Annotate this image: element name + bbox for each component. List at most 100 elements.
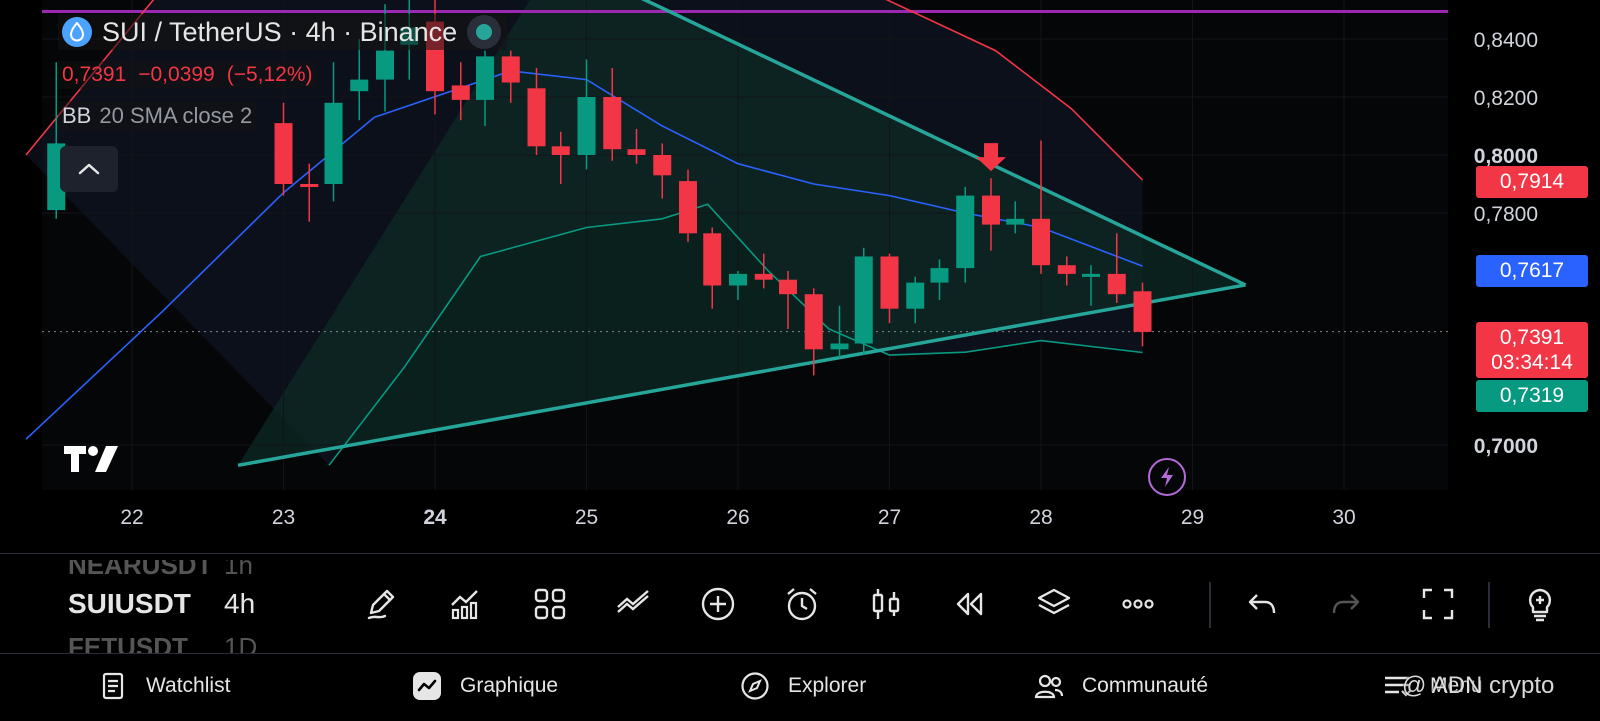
candle-down	[754, 273, 773, 280]
bb-upper-price-label: 0,7914	[1476, 166, 1588, 198]
indicator-params: 20 SMA close 2	[99, 103, 253, 128]
last-price-value: 0,7391	[1499, 326, 1565, 349]
candle-down	[703, 233, 722, 286]
candle-down	[1133, 291, 1152, 332]
time-tick-label: 30	[1332, 506, 1355, 529]
candle-down	[603, 97, 622, 150]
candle-up	[729, 273, 747, 286]
lightning-icon[interactable]	[1148, 458, 1186, 496]
candle-down	[653, 155, 672, 176]
legend-change: −0,0399	[138, 63, 215, 86]
nav-community[interactable]: Communauté	[1034, 668, 1208, 704]
redo-icon[interactable]	[1326, 584, 1366, 624]
candle-up	[475, 56, 494, 100]
candle-down	[627, 149, 646, 155]
candle-up	[350, 79, 369, 92]
candle-up	[930, 268, 949, 283]
candle-down	[451, 85, 470, 100]
price-tick-label: 0,7000	[1474, 435, 1538, 458]
add-icon[interactable]	[698, 584, 738, 624]
toolbar-divider	[1209, 582, 1211, 628]
price-tick-label: 0,8000	[1474, 145, 1538, 168]
candle-down	[1057, 265, 1076, 274]
time-tick-label: 26	[726, 506, 749, 529]
nav-label: Explorer	[788, 674, 867, 697]
symbol-title: SUI / TetherUS · 4h · Binance	[102, 16, 458, 47]
candle-down	[804, 294, 823, 350]
candle-down	[778, 279, 797, 295]
candle-down	[527, 88, 546, 147]
time-tick-label: 22	[120, 506, 143, 529]
nav-watchlist[interactable]: Watchlist	[98, 668, 230, 704]
candle-down	[1032, 218, 1050, 266]
ideas-bulb-icon[interactable]	[1520, 584, 1560, 624]
candle-down	[274, 123, 293, 184]
nav-explorer[interactable]: Explorer	[740, 668, 866, 704]
more-icon[interactable]	[1118, 584, 1158, 624]
candle-up	[1081, 273, 1100, 277]
drawing-pen-icon[interactable]	[362, 584, 402, 624]
candle-type-icon[interactable]	[866, 584, 906, 624]
compass-icon	[741, 672, 769, 700]
nav-chart[interactable]: Graphique	[412, 668, 558, 704]
time-tick-label: 24	[423, 506, 447, 529]
price-tick-label: 0,8400	[1474, 29, 1538, 52]
last-price-label: 0,7391 03:34:14	[1476, 322, 1588, 378]
market-status-icon[interactable]	[467, 15, 502, 49]
candle-up	[324, 102, 343, 184]
chart-icon	[413, 672, 441, 700]
bb-basis-price-label: 0,7617	[1476, 255, 1588, 287]
layers-icon[interactable]	[1034, 584, 1074, 624]
price-tick-label: 0,8200	[1474, 87, 1538, 110]
candle-down	[551, 146, 570, 155]
nav-label: Watchlist	[146, 674, 231, 697]
chart-area[interactable]: 0,8400 0,8200 0,8000 0,7800 0,7000 22 23 24 25 26…	[0, 0, 1600, 553]
candle-up	[577, 97, 596, 155]
legend-last-price: 0,7391	[62, 63, 127, 86]
time-tick-label: 29	[1181, 506, 1204, 529]
candle-down	[1107, 273, 1126, 295]
nav-label: Communauté	[1082, 674, 1209, 697]
candle-down	[679, 181, 698, 234]
fullscreen-icon[interactable]	[1418, 584, 1458, 624]
candle-up	[376, 50, 395, 80]
candle-up	[854, 256, 873, 344]
candle-down	[501, 56, 520, 83]
watermark: @ ADN crypto	[1402, 672, 1555, 699]
replay-icon[interactable]	[950, 584, 990, 624]
indicators-icon[interactable]	[446, 584, 486, 624]
time-tick-label: 27	[878, 506, 901, 529]
watchlist-icon	[102, 672, 124, 700]
trend-line-icon[interactable]	[614, 584, 654, 624]
symbol-toolbar: NEARUSDT SUIUSDT FETUSDT 1h 4h 1D	[0, 553, 1600, 654]
sui-logo-icon	[62, 17, 92, 47]
price-tick-label: 0,7800	[1474, 203, 1538, 226]
indicator-legend[interactable]: BB 20 SMA close 2	[58, 101, 257, 131]
timeframe-current[interactable]: 4h	[224, 588, 255, 620]
candle-down	[982, 195, 1001, 225]
templates-grid-icon[interactable]	[530, 584, 570, 624]
candle-down	[300, 184, 319, 187]
candle-up	[830, 343, 849, 350]
bb-lower-price-label: 0,7319	[1476, 380, 1588, 412]
community-icon	[1034, 674, 1064, 699]
candle-up	[1006, 218, 1025, 225]
candle-up	[956, 195, 975, 269]
collapse-legend-button[interactable]	[60, 146, 118, 192]
candle-up	[906, 282, 925, 309]
legend-change-pct: (−5,12%)	[226, 63, 313, 86]
timeframe-prev[interactable]: 1h	[224, 560, 253, 581]
candle-down	[880, 256, 899, 309]
toolbar-divider	[1488, 582, 1490, 628]
time-tick-label: 28	[1029, 506, 1052, 529]
symbol-prev[interactable]: NEARUSDT	[68, 560, 212, 581]
symbol-current[interactable]: SUIUSDT	[68, 588, 191, 620]
time-tick-label: 23	[272, 506, 295, 529]
undo-icon[interactable]	[1242, 584, 1282, 624]
legend-title-bar[interactable]: SUI / TetherUS · 4h · Binance	[58, 14, 508, 50]
alert-clock-icon[interactable]	[782, 584, 822, 624]
bottom-navigation: Watchlist Graphique Explorer Communauté …	[0, 653, 1600, 721]
time-tick-label: 25	[575, 506, 598, 529]
chevron-up-icon	[78, 163, 100, 175]
nav-label: Graphique	[460, 674, 559, 697]
